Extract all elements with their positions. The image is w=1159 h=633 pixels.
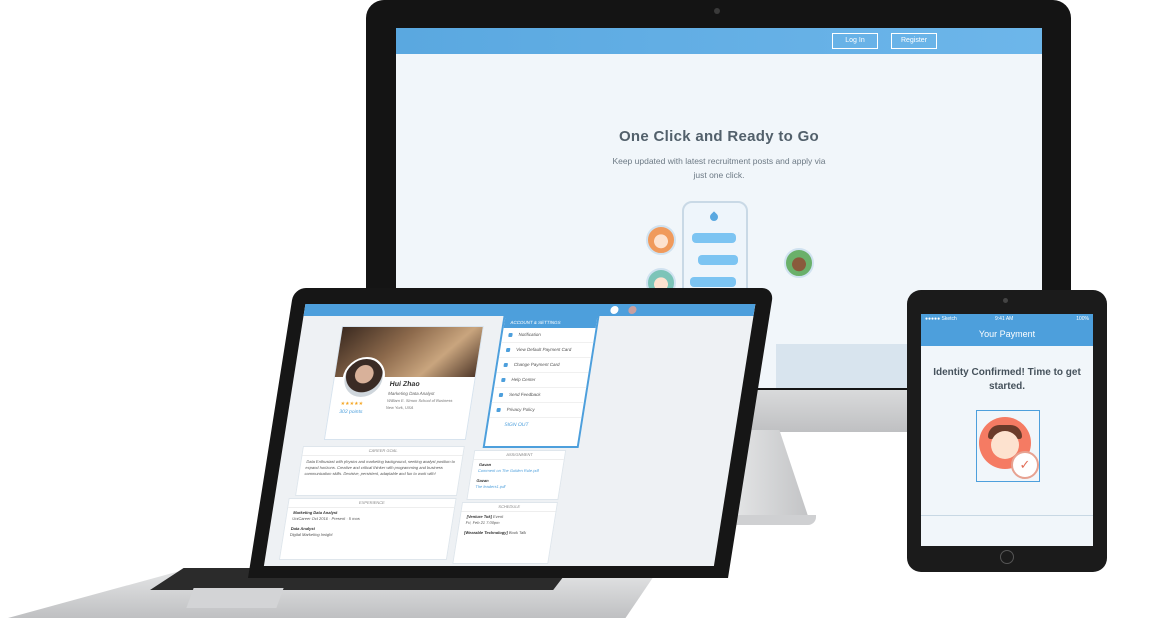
- carrier-label: ●●●●● Sketch: [925, 316, 957, 322]
- laptop-topbar: [303, 304, 756, 316]
- tablet-camera: [1003, 298, 1008, 303]
- chat-bubble: [692, 233, 736, 243]
- desktop-topbar: Log In Register: [396, 28, 1042, 54]
- list-item[interactable]: Gavan The leaders1.pdf: [469, 476, 562, 492]
- chat-bubble: [690, 277, 736, 287]
- list-item[interactable]: Gavan Comment on The Golden Rule.pdf: [471, 460, 564, 476]
- career-goal-card: CAREER GOAL Data Enthusiast with physics…: [294, 446, 465, 496]
- status-bar: ●●●●● Sketch 9:41 AM 100%: [921, 314, 1093, 324]
- menu-item-notification[interactable]: Notification: [501, 328, 596, 343]
- schedule-time: 7:00pm: [485, 520, 500, 525]
- avatar-illustration: [784, 248, 814, 278]
- career-goal-text: Data Enthusiast with physics and marketi…: [304, 459, 456, 476]
- settings-menu: ACCOUNT & SETTINGS Notification View Def…: [482, 316, 600, 448]
- profile-school: William E. Simon School of Business: [386, 398, 453, 403]
- experience-company: UniCareer: [292, 516, 312, 521]
- webcam: [714, 8, 720, 14]
- assignment-name: Gavan: [476, 478, 490, 483]
- schedule-date: Fri, Feb 21: [465, 520, 486, 525]
- laptop-screen: Hui Zhao Marketing Data Analyst William …: [263, 304, 756, 566]
- avatar[interactable]: [627, 306, 638, 314]
- card-header: CAREER GOAL: [302, 447, 464, 456]
- menu-item-change-payment-card[interactable]: Change Payment Card: [496, 358, 591, 373]
- register-button[interactable]: Register: [891, 33, 937, 49]
- schedule-sub: Event: [492, 514, 504, 519]
- schedule-title: [Wearable Technology]: [463, 530, 509, 535]
- list-item[interactable]: [Venture Tok] Event Fri, Feb 21 7:00pm: [459, 512, 556, 528]
- login-button[interactable]: Log In: [832, 33, 878, 49]
- schedule-title: [Venture Tok]: [466, 514, 493, 519]
- drop-logo-icon[interactable]: [609, 306, 620, 314]
- experience-card: EXPERIENCE Marketing Data Analyst UniCare…: [278, 498, 457, 560]
- profile-points[interactable]: 302 points: [339, 409, 363, 415]
- card-header: EXPERIENCE: [288, 499, 456, 508]
- menu-item-privacy-policy[interactable]: Privacy Policy: [489, 403, 584, 418]
- tablet-screen: ●●●●● Sketch 9:41 AM 100% Your Payment I…: [921, 314, 1093, 546]
- assignment-note[interactable]: The leaders1.pdf: [475, 484, 506, 489]
- profile-location: New York, USA: [385, 405, 414, 410]
- laptop-trackpad: [186, 588, 284, 608]
- experience-meta: Oct 2016 · Present · 5 mos: [311, 516, 361, 521]
- assignment-note[interactable]: Comment on The Golden Rule.pdf: [478, 468, 540, 473]
- city-skyline: [921, 515, 1093, 546]
- confirmation-message: Identity Confirmed! Time to get started.: [933, 367, 1081, 392]
- menu-item-send-feedback[interactable]: Send Feedback: [491, 388, 587, 403]
- tablet-device: ●●●●● Sketch 9:41 AM 100% Your Payment I…: [907, 290, 1107, 572]
- experience-title: Data Analyst: [290, 526, 316, 531]
- chat-bubble: [698, 255, 738, 265]
- experience-title: Marketing Data Analyst: [292, 510, 338, 515]
- avatar-illustration: [646, 225, 676, 255]
- tablet-nav-title: Your Payment: [921, 324, 1093, 346]
- assignment-card: ASSIGNMENT Gavan Comment on The Golden Ru…: [466, 450, 567, 500]
- home-button[interactable]: [1000, 550, 1014, 564]
- settings-menu-header: ACCOUNT & SETTINGS: [503, 318, 598, 328]
- profile-name: Hui Zhao: [389, 381, 421, 388]
- hero-subtitle: Keep updated with latest recruitment pos…: [612, 156, 826, 180]
- check-icon: ✓: [1011, 451, 1039, 479]
- drop-logo-icon: [708, 211, 720, 223]
- hero-title: One Click and Ready to Go: [618, 128, 820, 145]
- list-item[interactable]: Marketing Data Analyst UniCareer Oct 2016…: [286, 508, 455, 524]
- card-header: ASSIGNMENT: [473, 451, 566, 460]
- menu-item-help-center[interactable]: Help Center: [494, 373, 589, 388]
- laptop-lid: Hui Zhao Marketing Data Analyst William …: [248, 288, 774, 578]
- menu-item-view-payment-card[interactable]: View Default Payment Card: [498, 343, 594, 358]
- assignment-name: Gavan: [478, 462, 492, 467]
- card-header: SCHEDULE: [461, 503, 557, 512]
- battery-label: 100%: [1076, 316, 1089, 322]
- experience-company: Digital Marketing Insight: [289, 532, 333, 537]
- clock-label: 9:41 AM: [995, 316, 1014, 322]
- sign-out-button[interactable]: SIGN OUT: [487, 418, 581, 432]
- profile-card: Hui Zhao Marketing Data Analyst William …: [323, 326, 484, 440]
- identity-avatar-frame: ✓: [976, 410, 1040, 482]
- list-item[interactable]: [Wearable Technology] Book Talk: [457, 528, 553, 538]
- profile-role: Marketing Data Analyst: [387, 391, 435, 396]
- list-item[interactable]: Data Analyst Digital Marketing Insight: [283, 524, 452, 540]
- star-icon: ★★★★★: [340, 401, 364, 407]
- schedule-card: SCHEDULE [Venture Tok] Event Fri, Feb 21 …: [452, 502, 559, 564]
- schedule-sub: Book Talk: [508, 530, 527, 535]
